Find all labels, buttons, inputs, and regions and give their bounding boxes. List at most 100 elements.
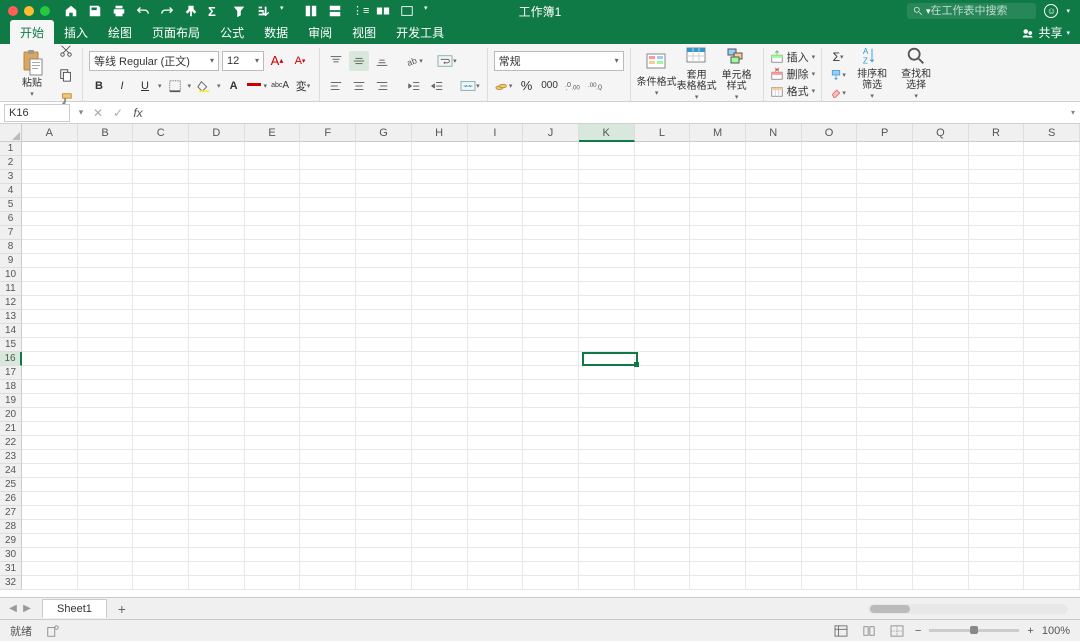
cell[interactable]	[300, 324, 356, 338]
cell[interactable]	[356, 352, 412, 366]
cell[interactable]	[579, 576, 635, 590]
cell[interactable]	[22, 422, 78, 436]
cell[interactable]	[913, 380, 969, 394]
cell[interactable]	[133, 198, 189, 212]
cell[interactable]	[300, 254, 356, 268]
cell[interactable]	[579, 436, 635, 450]
cell[interactable]	[189, 366, 245, 380]
cell[interactable]	[913, 338, 969, 352]
cell[interactable]	[133, 170, 189, 184]
cell[interactable]	[78, 324, 134, 338]
cell[interactable]	[857, 268, 913, 282]
cell[interactable]	[802, 268, 858, 282]
column-header[interactable]: H	[412, 124, 468, 142]
cell[interactable]	[802, 576, 858, 590]
cell[interactable]	[412, 156, 468, 170]
cell[interactable]	[802, 212, 858, 226]
cell[interactable]	[356, 310, 412, 324]
column-header[interactable]: K	[579, 124, 635, 142]
cell[interactable]	[189, 422, 245, 436]
cell[interactable]	[189, 464, 245, 478]
cell[interactable]	[78, 198, 134, 212]
cell[interactable]	[746, 240, 802, 254]
cell[interactable]	[412, 170, 468, 184]
cell[interactable]	[22, 464, 78, 478]
cell[interactable]	[635, 478, 691, 492]
cell[interactable]	[635, 506, 691, 520]
cell[interactable]	[245, 534, 301, 548]
cell[interactable]	[22, 576, 78, 590]
row-header[interactable]: 17	[0, 366, 22, 380]
cell[interactable]	[468, 310, 524, 324]
qat-icon-5[interactable]	[400, 4, 414, 18]
cell[interactable]	[523, 534, 579, 548]
cell[interactable]	[969, 226, 1025, 240]
cell[interactable]	[189, 282, 245, 296]
cell[interactable]	[746, 380, 802, 394]
cell[interactable]	[1024, 296, 1080, 310]
cell[interactable]	[913, 310, 969, 324]
cell[interactable]	[412, 338, 468, 352]
bold-button[interactable]: B	[89, 76, 109, 96]
cell[interactable]	[969, 324, 1025, 338]
cell[interactable]	[523, 254, 579, 268]
cell[interactable]	[913, 436, 969, 450]
cell[interactable]	[857, 170, 913, 184]
cell[interactable]	[579, 156, 635, 170]
cell[interactable]	[579, 408, 635, 422]
cell[interactable]	[802, 198, 858, 212]
cell[interactable]	[690, 548, 746, 562]
cell[interactable]	[412, 366, 468, 380]
cell[interactable]	[356, 212, 412, 226]
currency-button[interactable]: ▾	[494, 76, 514, 96]
cell[interactable]	[1024, 492, 1080, 506]
spreadsheet-grid[interactable]: ABCDEFGHIJKLMNOPQRS 12345678910111213141…	[0, 124, 1080, 597]
cell[interactable]	[300, 464, 356, 478]
cell[interactable]	[857, 506, 913, 520]
cell[interactable]	[690, 268, 746, 282]
zoom-level[interactable]: 100%	[1042, 625, 1070, 637]
cell[interactable]	[746, 296, 802, 310]
cell[interactable]	[913, 394, 969, 408]
zoom-out-button[interactable]: −	[915, 625, 921, 637]
cell[interactable]	[857, 226, 913, 240]
cell[interactable]	[22, 548, 78, 562]
cell[interactable]	[746, 282, 802, 296]
cell[interactable]	[1024, 254, 1080, 268]
cell[interactable]	[22, 226, 78, 240]
cell[interactable]	[969, 366, 1025, 380]
cell[interactable]	[412, 268, 468, 282]
cell[interactable]	[22, 492, 78, 506]
cell[interactable]	[579, 254, 635, 268]
cell[interactable]	[579, 240, 635, 254]
page-layout-view-button[interactable]	[859, 623, 879, 639]
row-header[interactable]: 25	[0, 478, 22, 492]
cell[interactable]	[635, 310, 691, 324]
cell[interactable]	[635, 352, 691, 366]
cell[interactable]	[579, 534, 635, 548]
cell[interactable]	[635, 254, 691, 268]
cell[interactable]	[690, 534, 746, 548]
cell[interactable]	[635, 142, 691, 156]
qat-icon-4[interactable]	[376, 4, 390, 18]
row-header[interactable]: 5	[0, 198, 22, 212]
cell[interactable]	[746, 226, 802, 240]
cell[interactable]	[1024, 268, 1080, 282]
copy-button[interactable]	[56, 65, 76, 85]
cell[interactable]	[189, 212, 245, 226]
cell[interactable]	[133, 450, 189, 464]
cell[interactable]	[78, 282, 134, 296]
cell[interactable]	[245, 492, 301, 506]
cell[interactable]	[245, 254, 301, 268]
cell[interactable]	[746, 436, 802, 450]
cell[interactable]	[356, 548, 412, 562]
cell[interactable]	[133, 296, 189, 310]
normal-view-button[interactable]	[831, 623, 851, 639]
cell[interactable]	[412, 142, 468, 156]
row-header[interactable]: 19	[0, 394, 22, 408]
cell[interactable]	[523, 198, 579, 212]
cell[interactable]	[133, 478, 189, 492]
cell[interactable]	[245, 436, 301, 450]
cell[interactable]	[133, 380, 189, 394]
cell[interactable]	[22, 478, 78, 492]
